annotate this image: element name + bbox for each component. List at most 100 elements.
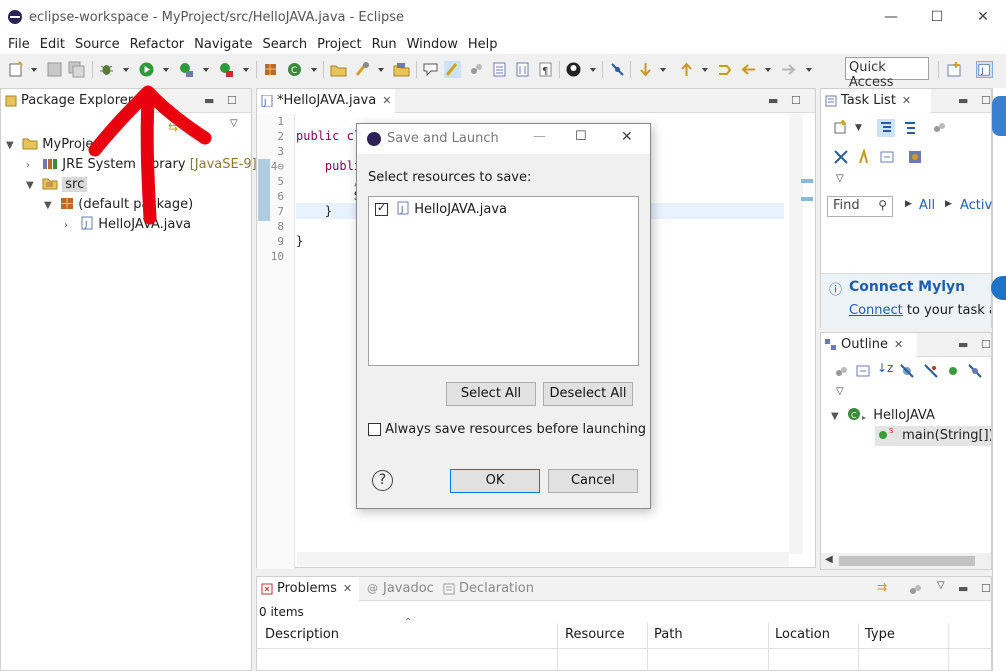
link-editor-icon[interactable]: ⇆ bbox=[168, 120, 178, 134]
maximize-view-icon[interactable]: ☐ bbox=[981, 94, 991, 107]
block-selection-icon[interactable] bbox=[468, 61, 485, 78]
filter-icon[interactable] bbox=[907, 581, 923, 597]
code-line[interactable]: } bbox=[296, 204, 332, 218]
focus-icon[interactable] bbox=[931, 119, 949, 137]
save-all-icon[interactable] bbox=[68, 61, 85, 78]
column-header-type[interactable]: Type bbox=[865, 627, 895, 642]
new-icon[interactable] bbox=[8, 61, 25, 78]
search-icon[interactable] bbox=[354, 61, 371, 78]
minimize-view-icon[interactable]: ▬ bbox=[958, 94, 968, 107]
java-perspective-icon[interactable]: J bbox=[976, 61, 993, 78]
open-type-icon[interactable] bbox=[330, 61, 347, 78]
scrollbar-thumb[interactable] bbox=[839, 556, 975, 566]
tab-javadoc[interactable]: @ Javadoc bbox=[363, 577, 437, 601]
menu-help[interactable]: Help bbox=[463, 37, 503, 52]
resource-checkbox[interactable] bbox=[375, 201, 388, 216]
column-header-description[interactable]: Description bbox=[265, 627, 339, 642]
run-coverage-icon[interactable] bbox=[178, 61, 195, 78]
find-input[interactable]: Find ⚲ bbox=[827, 196, 893, 217]
close-tab-icon[interactable]: ✕ bbox=[139, 94, 148, 107]
close-tab-icon[interactable]: ✕ bbox=[382, 94, 391, 107]
scroll-left-icon[interactable]: ◀ bbox=[825, 554, 833, 565]
minimize-view-icon[interactable]: ▬ bbox=[768, 94, 778, 107]
hide-local-types-icon[interactable] bbox=[967, 363, 983, 379]
next-annotation-icon[interactable] bbox=[637, 61, 654, 78]
view-menu-icon[interactable]: ▽ bbox=[230, 118, 238, 129]
code-line[interactable]: S bbox=[296, 189, 361, 203]
new-task-icon[interactable] bbox=[833, 119, 849, 135]
synchronize-icon[interactable] bbox=[857, 149, 873, 165]
column-divider[interactable] bbox=[647, 623, 648, 671]
tab-problems[interactable]: Problems ✕ bbox=[257, 577, 359, 601]
tree-item-src[interactable]: ▼ src bbox=[26, 175, 88, 195]
mark-occurrences-icon[interactable] bbox=[444, 61, 461, 78]
column-header-location[interactable]: Location bbox=[775, 627, 830, 642]
column-header-path[interactable]: Path bbox=[654, 627, 683, 642]
outline-horizontal-scrollbar[interactable]: ◀ bbox=[821, 553, 991, 569]
tree-item-default-package[interactable]: ▼ (default package) bbox=[44, 195, 193, 215]
toggle-annotation-icon[interactable] bbox=[422, 61, 439, 78]
collapse-all-icon[interactable] bbox=[879, 149, 895, 165]
outline-method-item[interactable]: S main(String[]) : bbox=[875, 426, 991, 446]
chevron-right-icon[interactable]: › bbox=[64, 216, 76, 236]
menu-file[interactable]: File bbox=[3, 37, 35, 52]
hide-completed-icon[interactable] bbox=[833, 149, 849, 165]
column-divider[interactable] bbox=[557, 623, 558, 671]
always-save-option[interactable]: Always save resources before launching bbox=[368, 422, 646, 437]
connect-link[interactable]: Connect bbox=[849, 303, 903, 318]
view-menu-icon[interactable]: ▽ bbox=[937, 580, 945, 591]
run-icon[interactable] bbox=[138, 61, 155, 78]
quick-access-input[interactable]: Quick Access bbox=[845, 57, 929, 90]
code-line[interactable]: public cl bbox=[296, 129, 361, 143]
menu-refactor[interactable]: Refactor bbox=[125, 37, 190, 52]
pilcrow-icon[interactable]: ¶ bbox=[537, 61, 554, 78]
close-tab-icon[interactable]: ✕ bbox=[343, 582, 352, 595]
menu-window[interactable]: Window bbox=[402, 37, 463, 52]
menu-navigate[interactable]: Navigate bbox=[189, 37, 257, 52]
column-divider[interactable] bbox=[768, 623, 769, 671]
view-menu-icon[interactable]: ▽ bbox=[836, 173, 844, 184]
minimize-view-icon[interactable]: ▬ bbox=[958, 338, 968, 351]
maximize-view-icon[interactable]: ☐ bbox=[227, 94, 237, 107]
word-wrap-icon[interactable] bbox=[514, 61, 531, 78]
always-save-checkbox[interactable] bbox=[368, 423, 381, 436]
column-divider[interactable] bbox=[858, 623, 859, 671]
categorized-icon[interactable] bbox=[877, 119, 895, 137]
column-header-resource[interactable]: Resource bbox=[565, 627, 625, 642]
maximize-button[interactable]: ☐ bbox=[922, 6, 952, 28]
menu-edit[interactable]: Edit bbox=[35, 37, 70, 52]
minimize-view-icon[interactable]: ▬ bbox=[204, 94, 214, 107]
new-java-project-icon[interactable] bbox=[262, 61, 279, 78]
ok-button[interactable]: OK bbox=[450, 469, 540, 493]
deselect-all-button[interactable]: Deselect All bbox=[543, 382, 633, 406]
close-window-button[interactable]: ✕ bbox=[968, 6, 998, 28]
outline-class-item[interactable]: ▼ C HelloJAVA bbox=[831, 406, 935, 426]
new-task-dropdown-icon[interactable]: ▼ bbox=[855, 123, 862, 133]
skip-breakpoints-icon[interactable] bbox=[609, 61, 626, 78]
editor-horizontal-scrollbar[interactable] bbox=[297, 552, 789, 566]
view-menu-icon[interactable]: ▽ bbox=[836, 386, 844, 397]
forward-icon[interactable] bbox=[780, 61, 797, 78]
menu-source[interactable]: Source bbox=[70, 37, 125, 52]
back-icon[interactable] bbox=[740, 61, 757, 78]
help-button[interactable]: ? bbox=[372, 470, 393, 491]
close-tab-icon[interactable]: ✕ bbox=[894, 338, 903, 351]
filter-all-link[interactable]: All bbox=[919, 198, 935, 213]
focus-task-icon[interactable]: ⇉ bbox=[877, 580, 887, 594]
tab-task-list[interactable]: Task List ✕ bbox=[821, 89, 931, 113]
scheduled-icon[interactable] bbox=[901, 119, 919, 137]
maximize-view-icon[interactable]: ☐ bbox=[981, 338, 991, 351]
external-tools-icon[interactable] bbox=[218, 61, 235, 78]
new-class-icon[interactable]: C bbox=[286, 61, 303, 78]
previous-annotation-icon[interactable] bbox=[678, 61, 695, 78]
maximize-view-icon[interactable]: ☐ bbox=[791, 94, 801, 107]
tab-declaration[interactable]: Declaration bbox=[439, 577, 539, 601]
chevron-down-icon[interactable]: ▼ bbox=[44, 196, 56, 216]
menu-run[interactable]: Run bbox=[367, 37, 402, 52]
code-line[interactable]: / bbox=[296, 174, 361, 188]
chevron-down-icon[interactable]: ▼ bbox=[831, 407, 843, 427]
focus-icon[interactable] bbox=[833, 363, 849, 379]
dialog-maximize-button[interactable]: ☐ bbox=[575, 129, 587, 144]
maximize-view-icon[interactable]: ☐ bbox=[981, 582, 991, 595]
code-line[interactable]: } bbox=[296, 234, 303, 248]
